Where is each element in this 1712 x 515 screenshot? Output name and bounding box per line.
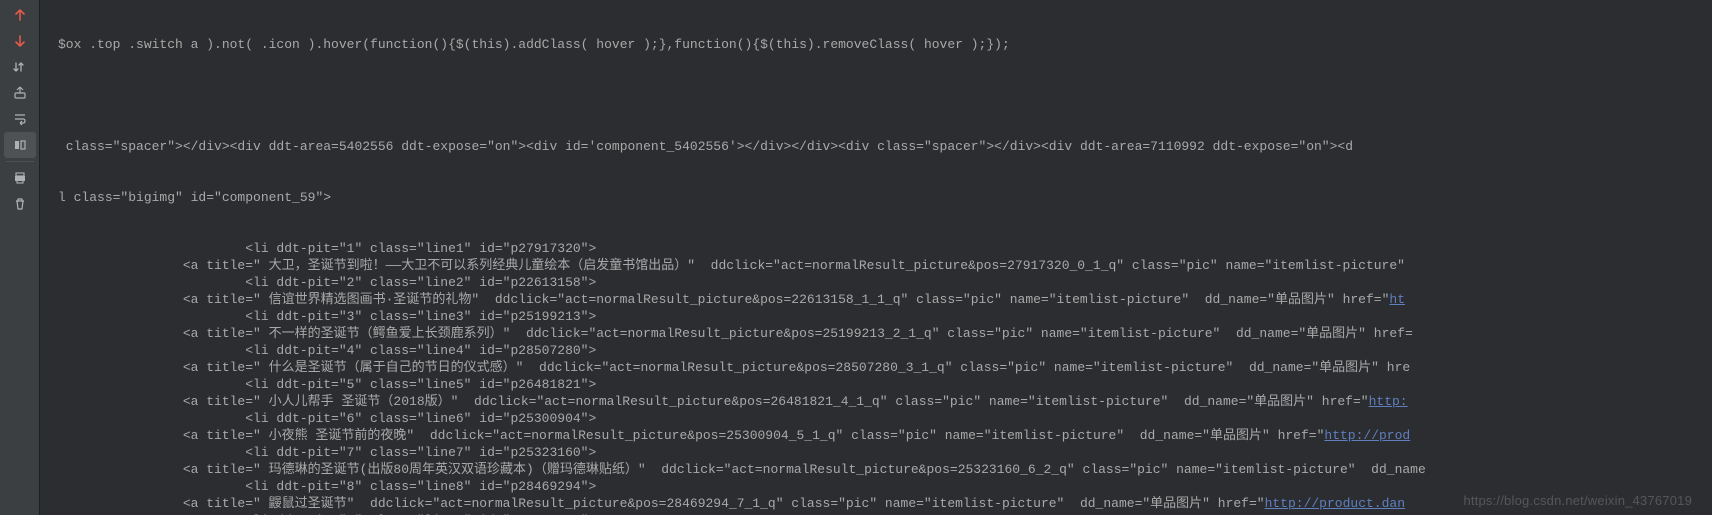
code-line: <a title=" 小人儿帮手 圣诞节（2018版）" ddclick="ac… bbox=[58, 393, 1712, 410]
code-line: <a title=" 不一样的圣诞节（鳄鱼爱上长颈鹿系列）" ddclick="… bbox=[58, 325, 1712, 342]
left-toolbar bbox=[0, 0, 40, 515]
code-line: <li ddt-pit="6" class="line6" id="p25300… bbox=[58, 410, 1712, 427]
code-line: <li ddt-pit="2" class="line2" id="p22613… bbox=[58, 274, 1712, 291]
sort-lines-icon[interactable] bbox=[4, 54, 36, 80]
watermark-text: https://blog.csdn.net/weixin_43767019 bbox=[1463, 492, 1692, 509]
arrow-up-icon[interactable] bbox=[4, 2, 36, 28]
code-line: <li ddt-pit="7" class="line7" id="p25323… bbox=[58, 444, 1712, 461]
code-line: <li ddt-pit="1" class="line1" id="p27917… bbox=[58, 240, 1712, 257]
output-panel[interactable]: $ox .top .switch a ).not( .icon ).hover(… bbox=[40, 0, 1712, 515]
code-line: <a title=" 信谊世界精选图画书·圣诞节的礼物" ddclick="ac… bbox=[58, 291, 1712, 308]
print-icon[interactable] bbox=[4, 165, 36, 191]
code-line: $ox .top .switch a ).not( .icon ).hover(… bbox=[58, 36, 1712, 53]
code-line: <a title=" 大卫，圣诞节到啦！——大卫不可以系列经典儿童绘本（启发童书… bbox=[58, 257, 1712, 274]
code-line: <li ddt-pit="3" class="line3" id="p25199… bbox=[58, 308, 1712, 325]
trash-icon[interactable] bbox=[4, 191, 36, 217]
code-line: class="spacer"></div><div ddt-area=54025… bbox=[58, 138, 1712, 155]
blank-line bbox=[58, 87, 1712, 104]
diff-icon[interactable] bbox=[4, 132, 36, 158]
export-icon[interactable] bbox=[4, 80, 36, 106]
code-line: l class="bigimg" id="component_59"> bbox=[58, 189, 1712, 206]
arrow-down-icon[interactable] bbox=[4, 28, 36, 54]
code-line: <li ddt-pit="4" class="line4" id="p28507… bbox=[58, 342, 1712, 359]
wrap-text-icon[interactable] bbox=[4, 106, 36, 132]
code-line: <li ddt-pit="5" class="line5" id="p26481… bbox=[58, 376, 1712, 393]
code-line: <a title=" 什么是圣诞节（属于自己的节日的仪式感）" ddclick=… bbox=[58, 359, 1712, 376]
code-line: <a title=" 小夜熊 圣诞节前的夜晚" ddclick="act=nor… bbox=[58, 427, 1712, 444]
code-line: <a title=" 玛德琳的圣诞节(出版80周年英汉双语珍藏本)（赠玛德琳贴纸… bbox=[58, 461, 1712, 478]
toolbar-separator bbox=[6, 161, 34, 162]
